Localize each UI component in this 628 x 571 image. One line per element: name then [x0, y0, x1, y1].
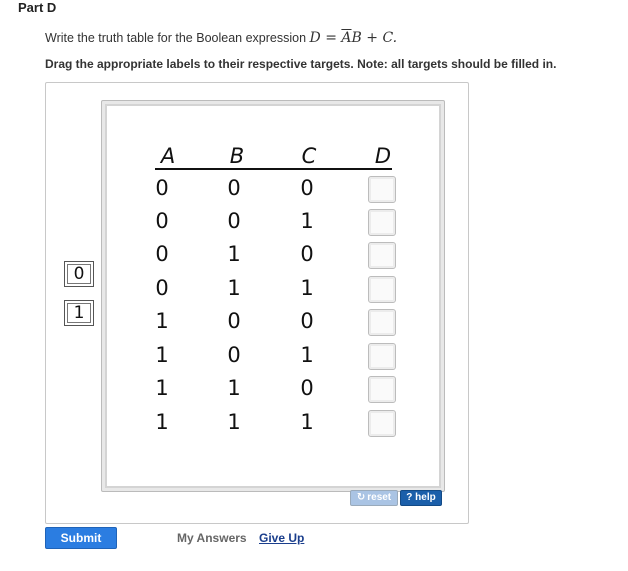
help-button[interactable]: ? help — [400, 490, 442, 506]
boolean-expression: D = AB + C. — [310, 30, 398, 46]
cell-c: 1 — [300, 343, 314, 367]
cell-a: 0 — [155, 209, 169, 233]
header-d: D — [374, 144, 392, 168]
expr-b: B — [351, 30, 362, 46]
cell-c: 1 — [300, 410, 314, 434]
cell-a: 0 — [155, 276, 169, 300]
cell-b: 0 — [227, 176, 241, 200]
instruction: Drag the appropriate labels to their res… — [45, 57, 557, 71]
refresh-icon: ↻ — [356, 492, 366, 503]
reset-label: reset — [367, 492, 392, 503]
drag-label-1[interactable]: 1 — [64, 300, 94, 326]
cell-b: 0 — [227, 209, 241, 233]
cell-a: 1 — [155, 343, 169, 367]
target-d-row-5[interactable] — [368, 309, 396, 336]
cell-c: 1 — [300, 209, 314, 233]
cell-b: 0 — [227, 343, 241, 367]
expr-plus: + — [361, 30, 383, 46]
submit-button[interactable]: Submit — [45, 527, 117, 549]
cell-a: 1 — [155, 309, 169, 333]
target-d-row-1[interactable] — [368, 176, 396, 203]
expr-c: C — [382, 30, 393, 46]
drag-label-0[interactable]: 0 — [64, 261, 94, 287]
header-a: A — [160, 144, 176, 168]
cell-b: 1 — [227, 410, 241, 434]
prompt-text: Write the truth table for the Boolean ex… — [45, 31, 307, 45]
cell-c: 0 — [300, 376, 314, 400]
target-d-row-3[interactable] — [368, 242, 396, 269]
target-d-row-6[interactable] — [368, 343, 396, 370]
cell-c: 0 — [300, 242, 314, 266]
target-d-row-7[interactable] — [368, 376, 396, 403]
target-d-row-4[interactable] — [368, 276, 396, 303]
expr-a-bar: A — [341, 30, 352, 46]
part-title: Part D — [18, 0, 57, 15]
reset-button[interactable]: ↻ reset — [350, 490, 398, 506]
give-up-link[interactable]: Give Up — [259, 531, 304, 545]
cell-c: 0 — [300, 176, 314, 200]
cell-c: 0 — [300, 309, 314, 333]
cell-a: 0 — [155, 176, 169, 200]
my-answers-label: My Answers — [177, 531, 247, 545]
cell-b: 1 — [227, 376, 241, 400]
target-d-row-2[interactable] — [368, 209, 396, 236]
cell-b: 1 — [227, 276, 241, 300]
cell-c: 1 — [300, 276, 314, 300]
cell-b: 0 — [227, 309, 241, 333]
cell-b: 1 — [227, 242, 241, 266]
header-b: B — [229, 144, 245, 168]
cell-a: 1 — [155, 410, 169, 434]
expr-lhs: D — [309, 30, 321, 46]
question-prompt: Write the truth table for the Boolean ex… — [45, 30, 397, 46]
cell-a: 1 — [155, 376, 169, 400]
header-c: C — [301, 144, 317, 168]
header-rule — [155, 168, 392, 170]
expr-end: . — [392, 30, 398, 46]
expr-equals: = — [320, 30, 342, 46]
target-d-row-8[interactable] — [368, 410, 396, 437]
cell-a: 0 — [155, 242, 169, 266]
